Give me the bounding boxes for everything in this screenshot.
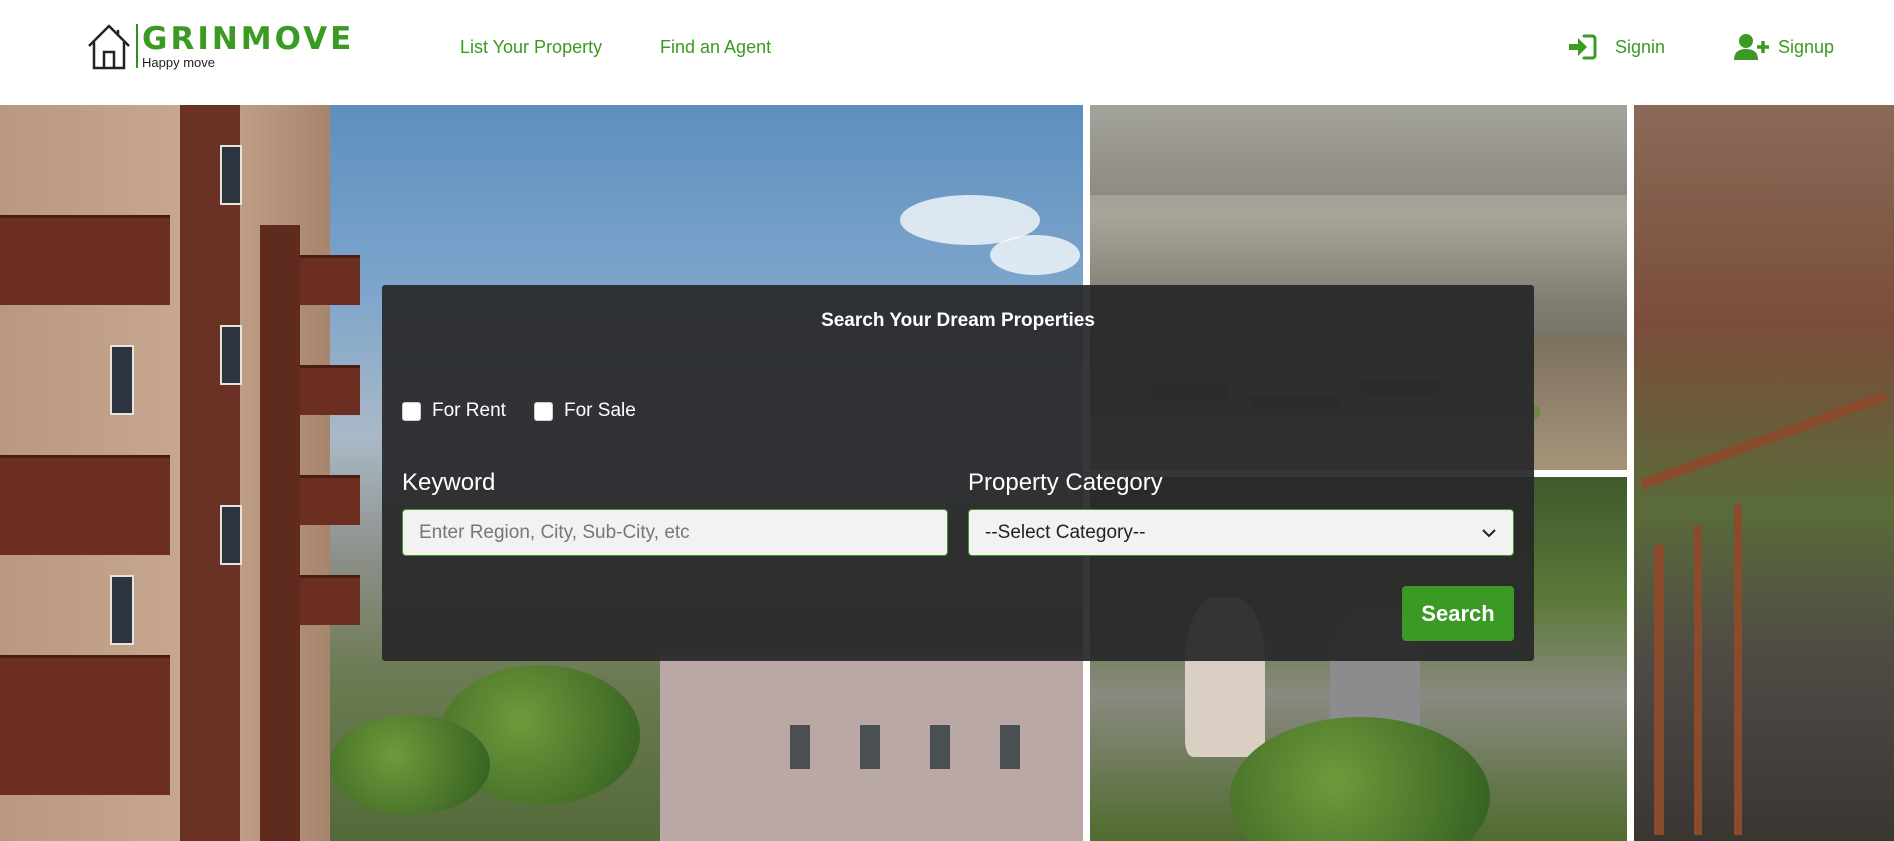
property-category-label: Property Category	[968, 469, 1163, 496]
signin-label: Signin	[1615, 36, 1666, 57]
property-category-value: --Select Category--	[985, 522, 1146, 543]
keyword-label: Keyword	[402, 469, 496, 496]
property-category-select[interactable]: --Select Category--	[968, 509, 1514, 556]
for-sale-checkbox[interactable]	[534, 401, 553, 421]
tree-shape	[330, 715, 490, 815]
for-sale-option[interactable]: For Sale	[534, 400, 636, 422]
logo-divider	[136, 24, 138, 68]
building-facade	[0, 105, 360, 841]
user-plus-icon	[1734, 34, 1769, 60]
signup-label: Signup	[1778, 36, 1835, 57]
search-panel: Search Your Dream Properties For Rent Fo…	[382, 285, 1534, 661]
chevron-down-icon	[1482, 529, 1496, 538]
search-panel-title: Search Your Dream Properties	[821, 310, 1095, 331]
hero-image-balcony	[1634, 105, 1894, 841]
for-rent-checkbox[interactable]	[402, 401, 421, 421]
keyword-input[interactable]	[402, 509, 948, 556]
nav-find-agent-link[interactable]: Find an Agent	[660, 37, 771, 58]
house-icon	[88, 24, 130, 70]
search-button[interactable]: Search	[1402, 586, 1514, 641]
signin-arrow-icon	[1569, 34, 1597, 60]
brand-tagline: Happy move	[142, 55, 215, 70]
cloud-shape	[990, 235, 1080, 275]
brand-name: GRINMOVE	[142, 21, 355, 57]
for-sale-label: For Sale	[564, 400, 636, 421]
for-rent-label: For Rent	[432, 400, 506, 421]
site-header: GRINMOVE Happy move List Your Property F…	[0, 0, 1894, 105]
brand-logo[interactable]: GRINMOVE Happy move	[86, 22, 354, 72]
for-rent-option[interactable]: For Rent	[402, 400, 506, 422]
plant-shape	[1230, 717, 1490, 841]
background-building	[660, 655, 1083, 841]
signup-link[interactable]: Signup	[1734, 33, 1834, 61]
signin-link[interactable]: Signin	[1567, 33, 1665, 61]
nav-list-property-link[interactable]: List Your Property	[460, 37, 602, 58]
